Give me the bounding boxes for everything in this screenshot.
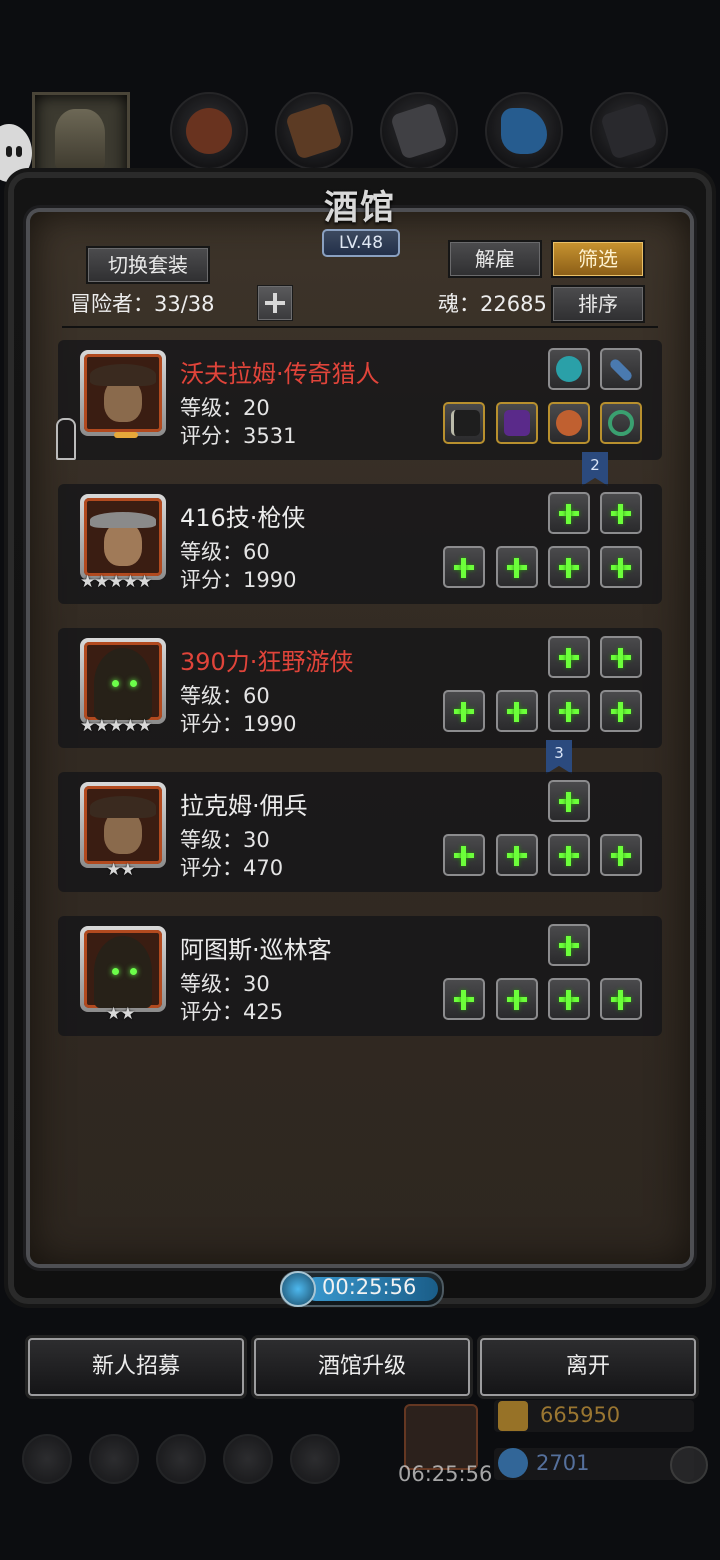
hero-level: 等级：60 [180, 540, 270, 564]
empty-slot-add-icon[interactable] [548, 492, 590, 534]
hero-score: 评分：3531 [180, 424, 297, 448]
guild-icon[interactable] [290, 1434, 340, 1484]
hero-level: 等级：30 [180, 828, 270, 852]
add-gems-button[interactable] [670, 1446, 708, 1484]
achievement-icon[interactable] [89, 1434, 139, 1484]
belt-slot[interactable] [600, 348, 642, 390]
hero-score: 评分：470 [180, 856, 284, 880]
empty-slot-add-icon[interactable] [496, 978, 538, 1020]
hero-level: 等级：30 [180, 972, 270, 996]
empty-slot-add-icon[interactable] [600, 636, 642, 678]
gift-timer: 06:25:56 [398, 1462, 493, 1486]
meat-resource-icon [170, 92, 248, 170]
gold-amount: 665950 [540, 1403, 621, 1427]
gold-icon [498, 1401, 528, 1431]
steel-resource-icon [590, 92, 668, 170]
hero-card-4[interactable]: ★★ 拉克姆·佣兵 等级：30 评分：470 [58, 772, 662, 892]
empty-slot-add-icon[interactable] [548, 636, 590, 678]
hero-score: 评分：1990 [180, 568, 297, 592]
divider [62, 326, 658, 328]
empty-slot-add-icon[interactable] [443, 546, 485, 588]
recruit-button[interactable]: 新人招募 [28, 1338, 244, 1396]
leave-button[interactable]: 离开 [480, 1338, 696, 1396]
expand-slots-button[interactable] [257, 285, 293, 321]
iron-resource-icon [380, 92, 458, 170]
gem-icon [498, 1448, 528, 1478]
hero-level: 等级：20 [180, 396, 270, 420]
empty-slot-add-icon[interactable] [600, 492, 642, 534]
switch-outfit-button[interactable]: 切换套装 [86, 246, 210, 284]
mail-icon[interactable] [223, 1434, 273, 1484]
helmet-slot[interactable] [496, 402, 538, 444]
hero-portrait [80, 782, 166, 868]
empty-slot-add-icon[interactable] [548, 780, 590, 822]
settings-icon[interactable] [22, 1434, 72, 1484]
hero-portrait [80, 638, 166, 724]
empty-slot-add-icon[interactable] [548, 924, 590, 966]
hero-score: 评分：425 [180, 1000, 284, 1024]
clock-icon [280, 1271, 316, 1307]
hero-card-3[interactable]: ★★★★★ 390力·狂野游侠 等级：60 评分：1990 [58, 628, 662, 748]
hero-score: 评分：1990 [180, 712, 297, 736]
hero-name: 390力·狂野游侠 [180, 648, 354, 676]
ring-green-slot[interactable] [600, 402, 642, 444]
weapon-slot[interactable] [443, 402, 485, 444]
tavern-level-badge: LV.48 [322, 229, 400, 257]
amulet-slot[interactable] [548, 348, 590, 390]
hero-stars: ★★ [106, 860, 136, 880]
page-title: 酒馆 [324, 188, 396, 228]
empty-slot-add-icon[interactable] [548, 834, 590, 876]
hero-name: 阿图斯·巡林客 [180, 936, 332, 964]
dismiss-button[interactable]: 解雇 [448, 240, 542, 278]
hero-portrait [80, 926, 166, 1012]
empty-slot-add-icon[interactable] [443, 834, 485, 876]
hero-portrait [80, 350, 166, 436]
hero-stars: ★★★★★ [80, 716, 152, 736]
sort-button[interactable]: 排序 [551, 285, 645, 323]
gift-box-icon[interactable] [404, 1404, 478, 1470]
hero-name: 沃夫拉姆·传奇猎人 [180, 360, 380, 388]
hero-card-2[interactable]: ★★★★★ 416技·枪侠 等级：60 评分：1990 [58, 484, 662, 604]
crescent-icon [114, 432, 138, 438]
walk-status-icon [56, 418, 76, 460]
empty-slot-add-icon[interactable] [496, 546, 538, 588]
hero-stars: ★★★★★ [80, 572, 152, 592]
empty-slot-add-icon[interactable] [600, 834, 642, 876]
empty-slot-add-icon[interactable] [496, 690, 538, 732]
hero-card-1[interactable]: 沃夫拉姆·传奇猎人 等级：20 评分：3531 [56, 340, 662, 460]
soul-count: 魂：22685 [438, 292, 547, 316]
chat-bubble-icon[interactable] [0, 124, 32, 182]
crystal-resource-icon [485, 92, 563, 170]
empty-slot-add-icon[interactable] [548, 978, 590, 1020]
empty-slot-add-icon[interactable] [600, 546, 642, 588]
hero-name: 拉克姆·佣兵 [180, 792, 308, 820]
timer-text: 00:25:56 [322, 1275, 417, 1299]
hero-level: 等级：60 [180, 684, 270, 708]
ring-red-slot[interactable] [548, 402, 590, 444]
empty-slot-add-icon[interactable] [443, 978, 485, 1020]
hero-card-5[interactable]: ★★ 阿图斯·巡林客 等级：30 评分：425 [58, 916, 662, 1036]
empty-slot-add-icon[interactable] [443, 690, 485, 732]
player-avatar[interactable] [32, 92, 130, 190]
hero-name: 416技·枪侠 [180, 504, 306, 532]
adventurer-count: 冒险者：33/38 [70, 292, 215, 316]
upgrade-tavern-button[interactable]: 酒馆升级 [254, 1338, 470, 1396]
empty-slot-add-icon[interactable] [600, 978, 642, 1020]
empty-slot-add-icon[interactable] [548, 690, 590, 732]
map-icon[interactable] [156, 1434, 206, 1484]
wood-resource-icon [275, 92, 353, 170]
gem-amount: 2701 [536, 1451, 590, 1475]
tavern-timer: 00:25:56 [280, 1271, 444, 1307]
hero-portrait [80, 494, 166, 580]
empty-slot-add-icon[interactable] [548, 546, 590, 588]
empty-slot-add-icon[interactable] [600, 690, 642, 732]
empty-slot-add-icon[interactable] [496, 834, 538, 876]
hero-stars: ★★ [106, 1004, 136, 1024]
filter-button[interactable]: 筛选 [551, 240, 645, 278]
